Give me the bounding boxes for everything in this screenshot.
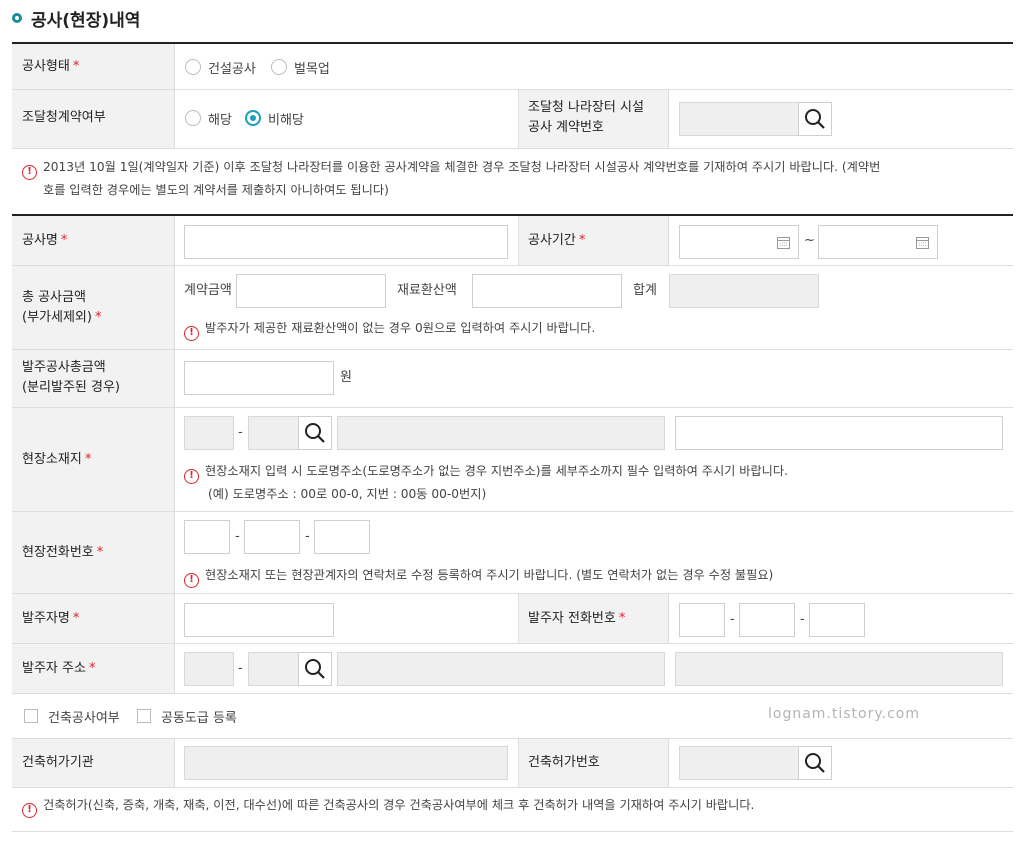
client-phone-1-input[interactable] (679, 603, 725, 637)
procurement-search-button[interactable] (798, 102, 832, 136)
construction-name-label: 공사명 * (22, 233, 68, 248)
dash: - (730, 612, 735, 627)
construction-name-input[interactable] (184, 225, 508, 259)
warning-icon: ! (22, 165, 37, 180)
order-total-label: 발주공사총금액 (분리발주된 경우) (22, 360, 120, 395)
site-phone-2-input[interactable] (244, 520, 300, 554)
total-amount-label: 총 공사금액 (부가세제외) * (22, 290, 102, 325)
radio-construction[interactable]: 건설공사 (185, 57, 256, 77)
warning-icon: ! (184, 326, 199, 341)
radio-logging[interactable]: 벌목업 (271, 57, 330, 77)
radio-selected-icon (245, 110, 261, 126)
watermark: lognam.tistory.com (768, 706, 921, 722)
contract-amount-input[interactable] (236, 274, 386, 308)
site-phone-3-input[interactable] (314, 520, 370, 554)
construction-type-label: 공사형태 * (22, 59, 80, 74)
dash: - (238, 425, 243, 440)
site-zip1-input[interactable] (184, 416, 234, 450)
client-address-detail-input[interactable] (675, 652, 1003, 686)
checkbox-icon (24, 709, 38, 723)
permit-agency-input[interactable] (184, 746, 508, 780)
search-icon (805, 753, 825, 773)
dash: - (305, 529, 310, 544)
client-address-label: 발주자 주소 * (22, 661, 96, 676)
radio-icon (185, 110, 201, 126)
sum-amount-input (669, 274, 819, 308)
radio-icon (271, 59, 287, 75)
contract-amount-label: 계약금액 (184, 283, 232, 298)
search-icon (305, 423, 325, 443)
radio-icon (185, 59, 201, 75)
permit-agency-label: 건축허가기관 (22, 755, 94, 770)
site-address-search-button[interactable] (298, 416, 332, 450)
procurement-number-label: 조달청 나라장터 시설 공사 계약번호 (528, 100, 644, 135)
permit-notice: ! 건축허가(신축, 증축, 개축, 재축, 이전, 대수선)에 따른 건축공사의… (22, 795, 754, 818)
site-zip2-input[interactable] (248, 416, 299, 450)
warning-icon: ! (22, 803, 37, 818)
section-title: 공사(현장)내역 (12, 6, 141, 31)
calendar-icon[interactable] (777, 236, 790, 249)
bullet-icon (12, 13, 22, 23)
client-phone-2-input[interactable] (739, 603, 795, 637)
permit-number-label: 건축허가번호 (528, 755, 600, 770)
client-zip2-input[interactable] (248, 652, 299, 686)
material-amount-label: 재료환산액 (397, 283, 457, 298)
site-address-notice: ! 현장소재지 입력 시 도로명주소(도로명주소가 없는 경우 지번주소)를 세부… (184, 461, 788, 504)
site-phone-1-input[interactable] (184, 520, 230, 554)
client-phone-label: 발주자 전화번호 * (528, 611, 626, 626)
warning-icon: ! (184, 469, 199, 484)
site-address-detail-input[interactable] (675, 416, 1003, 450)
radio-applicable[interactable]: 해당 (185, 108, 232, 128)
warning-icon: ! (184, 573, 199, 588)
material-amount-input[interactable] (472, 274, 622, 308)
client-address-main-input[interactable] (337, 652, 665, 686)
client-name-input[interactable] (184, 603, 334, 637)
page-title: 공사(현장)내역 (31, 10, 141, 31)
won-unit: 원 (340, 370, 352, 385)
procurement-number-input[interactable] (679, 102, 799, 136)
checkbox-icon (137, 709, 151, 723)
construction-period-label: 공사기간 * (528, 233, 586, 248)
procurement-contract-label: 조달청계약여부 (22, 110, 106, 125)
dash: - (800, 612, 805, 627)
procurement-notice: ! 2013년 10월 1일(계약일자 기준) 이후 조달청 나라장터를 이용한 … (22, 157, 1007, 200)
calendar-icon[interactable] (916, 236, 929, 249)
client-phone-3-input[interactable] (809, 603, 865, 637)
permit-number-input[interactable] (679, 746, 799, 780)
radio-not-applicable[interactable]: 비해당 (245, 108, 304, 128)
order-total-input[interactable] (184, 361, 334, 395)
dash: - (235, 529, 240, 544)
permit-search-button[interactable] (798, 746, 832, 780)
site-phone-notice: ! 현장소재지 또는 현장관계자의 연락처로 수정 등록하여 주시기 바랍니다. … (184, 565, 773, 588)
client-name-label: 발주자명 * (22, 611, 80, 626)
site-address-label: 현장소재지 * (22, 452, 92, 467)
search-icon (805, 109, 825, 129)
amount-notice: ! 발주자가 제공한 재료환산액이 없는 경우 0원으로 입력하여 주시기 바랍니… (184, 318, 595, 341)
joint-contract-checkbox[interactable]: 공동도급 등록 (137, 706, 237, 726)
building-construction-checkbox[interactable]: 건축공사여부 (24, 706, 120, 726)
site-phone-label: 현장전화번호 * (22, 545, 104, 560)
client-zip1-input[interactable] (184, 652, 234, 686)
search-icon (305, 659, 325, 679)
client-address-search-button[interactable] (298, 652, 332, 686)
site-address-main-input[interactable] (337, 416, 665, 450)
period-separator: ~ (804, 233, 815, 248)
dash: - (238, 661, 243, 676)
sum-label: 합계 (633, 283, 657, 298)
